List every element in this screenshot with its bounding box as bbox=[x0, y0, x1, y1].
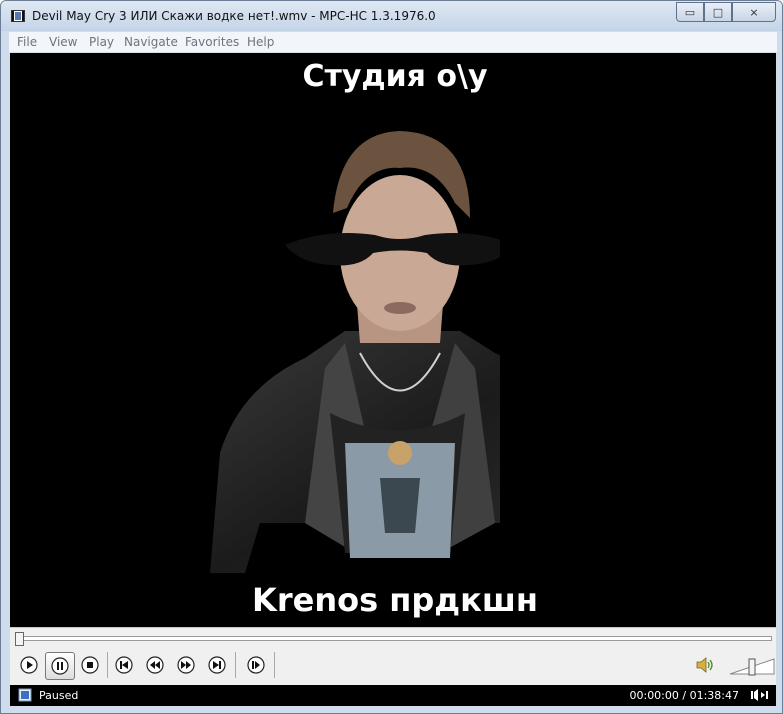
video-portrait-image bbox=[175, 53, 615, 627]
controls-panel bbox=[10, 627, 776, 685]
video-caption-bottom: Krenos прдкшн bbox=[252, 581, 538, 619]
controls-separator bbox=[235, 652, 236, 678]
file-status-icon bbox=[18, 688, 32, 702]
video-frame: Студия о\у Krenos прдкшн bbox=[175, 53, 615, 627]
menu-view[interactable]: View bbox=[49, 35, 77, 49]
rewind-icon bbox=[146, 656, 164, 674]
player-window: Devil May Cry 3 ИЛИ Скажи водке нет!.wmv… bbox=[0, 0, 783, 714]
seek-thumb[interactable] bbox=[15, 632, 24, 646]
menu-navigate[interactable]: Navigate bbox=[124, 35, 178, 49]
controls-separator bbox=[107, 652, 108, 678]
next-button[interactable] bbox=[207, 655, 227, 675]
frame-step-icon bbox=[247, 656, 265, 674]
skip-next-icon bbox=[208, 656, 226, 674]
video-area[interactable]: Студия о\у Krenos прдкшн bbox=[10, 53, 776, 627]
audio-channel-icon bbox=[751, 689, 768, 701]
mpc-hc-app-icon[interactable] bbox=[10, 8, 26, 24]
maximize-icon: □ bbox=[712, 5, 724, 19]
fast-forward-icon bbox=[177, 656, 195, 674]
fast-forward-button[interactable] bbox=[176, 655, 196, 675]
menu-play[interactable]: Play bbox=[89, 35, 114, 49]
close-button[interactable]: ⨯ bbox=[732, 2, 776, 22]
menu-file[interactable]: File bbox=[17, 35, 37, 49]
previous-button[interactable] bbox=[114, 655, 134, 675]
pause-button[interactable] bbox=[45, 652, 75, 680]
rewind-button[interactable] bbox=[145, 655, 165, 675]
play-button[interactable] bbox=[19, 655, 39, 675]
minimize-icon: ▭ bbox=[684, 5, 696, 19]
playback-status: Paused bbox=[39, 689, 79, 702]
title-bar[interactable]: Devil May Cry 3 ИЛИ Скажи водке нет!.wmv… bbox=[1, 1, 782, 31]
controls-separator bbox=[274, 652, 275, 678]
menu-favorites[interactable]: Favorites bbox=[185, 35, 239, 49]
playback-time: 00:00:00 / 01:38:47 bbox=[629, 689, 739, 702]
volume-slider[interactable] bbox=[728, 656, 776, 676]
skip-previous-icon bbox=[115, 656, 133, 674]
status-bar: Paused 00:00:00 / 01:38:47 bbox=[10, 685, 776, 706]
maximize-button[interactable]: □ bbox=[704, 2, 732, 22]
video-caption-top: Студия о\у bbox=[302, 59, 488, 94]
speaker-icon[interactable] bbox=[694, 655, 716, 675]
window-title: Devil May Cry 3 ИЛИ Скажи водке нет!.wmv… bbox=[32, 9, 436, 23]
menu-help[interactable]: Help bbox=[247, 35, 274, 49]
stop-button[interactable] bbox=[80, 655, 100, 675]
menu-bar: File View Play Navigate Favorites Help bbox=[9, 32, 777, 53]
minimize-button[interactable]: ▭ bbox=[676, 2, 704, 22]
stop-icon bbox=[81, 656, 99, 674]
play-icon bbox=[20, 656, 38, 674]
seek-bar[interactable] bbox=[18, 636, 772, 641]
pause-icon bbox=[51, 657, 69, 675]
window-controls: ▭ □ ⨯ bbox=[676, 2, 776, 22]
frame-step-button[interactable] bbox=[246, 655, 266, 675]
close-icon: ⨯ bbox=[749, 5, 759, 19]
